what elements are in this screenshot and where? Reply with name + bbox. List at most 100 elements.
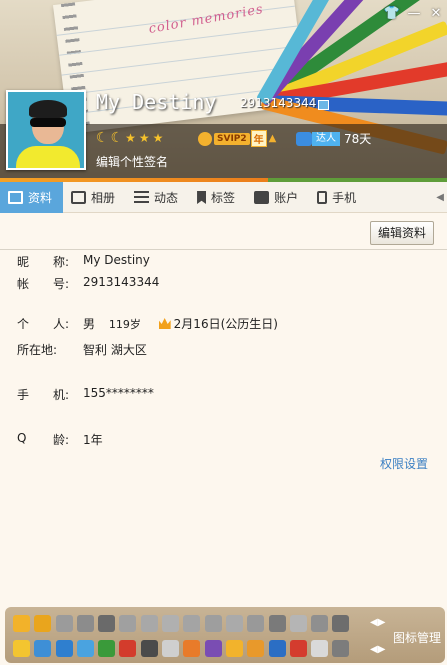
- penguin-icon: [198, 131, 212, 146]
- qq-mailbox-icon[interactable]: [162, 640, 180, 657]
- shield-icon[interactable]: [268, 615, 286, 632]
- phone-value: 155********: [83, 386, 154, 400]
- qq-number-copy-icon[interactable]: [318, 100, 329, 110]
- phone-row: 手机: 155********: [0, 386, 447, 404]
- qage-value: 1年: [83, 433, 103, 447]
- close-icon[interactable]: ✕: [425, 4, 447, 24]
- service-icons-row-2: [13, 640, 354, 657]
- profile-tabs: 资料 相册 动态 标签 账户 手机 ◀: [0, 182, 447, 213]
- qq-number: 2913143344: [240, 96, 317, 110]
- diamond-dim-icon[interactable]: [247, 615, 265, 632]
- qq-member-icon[interactable]: [34, 615, 52, 632]
- personal-row: 个人: 男 119岁 2月16日(公历生日): [0, 315, 447, 333]
- qq-pet-icon[interactable]: [140, 640, 158, 657]
- tab-label: 动态: [154, 191, 179, 205]
- star-icon: ★: [125, 131, 136, 145]
- tab-account[interactable]: 账户: [246, 182, 309, 213]
- daren-days: 78天: [344, 132, 372, 146]
- photo-album-icon: [71, 191, 87, 204]
- diamond-silver-icon[interactable]: [162, 615, 180, 632]
- gender-value: 男: [83, 317, 96, 331]
- tab-label: 手机: [332, 191, 357, 205]
- qq-music-icon[interactable]: [225, 640, 243, 657]
- birthday-value: 2月16日(公历生日): [173, 317, 278, 331]
- qzone-icon[interactable]: [34, 640, 52, 657]
- account-value: 2913143344: [83, 275, 160, 289]
- qq-security-icon[interactable]: [76, 640, 94, 657]
- tab-scroll-arrows[interactable]: ◀: [436, 182, 447, 212]
- moon-icon: ☾: [110, 130, 124, 146]
- service-icon-bar: ◀▶ ◀▶: [5, 607, 445, 663]
- bird-icon[interactable]: [289, 615, 307, 632]
- qq-farm-icon[interactable]: [98, 640, 116, 657]
- qq-app-icon[interactable]: [311, 640, 329, 657]
- qq-video-icon[interactable]: [247, 640, 265, 657]
- diamond-light-icon[interactable]: [183, 615, 201, 632]
- qq-level[interactable]: ☾ ☾ ★ ★ ★: [96, 130, 166, 146]
- diamond-dark-icon[interactable]: [311, 615, 329, 632]
- icon-row-2-arrows[interactable]: ◀▶: [370, 644, 385, 655]
- qq-mail-icon[interactable]: [55, 640, 73, 657]
- qq-penguin-icon[interactable]: [13, 615, 30, 632]
- personal-value: 男 119岁 2月16日(公历生日): [83, 315, 278, 332]
- star-service-icon[interactable]: [13, 640, 30, 657]
- service-icons-row-1: [13, 615, 354, 632]
- tab-label: 账户: [274, 191, 299, 205]
- diamond-faint-icon[interactable]: [225, 615, 243, 632]
- chevron-left-icon[interactable]: ◀: [436, 192, 444, 203]
- tab-mobile[interactable]: 手机: [309, 182, 367, 213]
- moon-icon: ☾: [96, 130, 109, 146]
- qq-pc-manager-icon[interactable]: [268, 640, 286, 657]
- tab-tags[interactable]: 标签: [189, 182, 246, 213]
- account-row: 帐号: 2913143344: [0, 275, 447, 293]
- wallet-icon: [254, 191, 270, 204]
- daren-badge[interactable]: 达人 78天: [296, 130, 371, 147]
- tab-profile[interactable]: 资料: [0, 182, 64, 213]
- icon-row-1-arrows[interactable]: ◀▶: [370, 617, 385, 628]
- star-icon: ★: [152, 131, 164, 145]
- window-controls: 👕 — ✕: [381, 4, 447, 24]
- mobile-phone-icon: [317, 191, 328, 204]
- profile-content: 编辑资料 昵称: My Destiny 帐号: 2913143344 个人: 男…: [0, 213, 447, 605]
- diamond-black-icon[interactable]: [98, 615, 116, 632]
- edit-profile-button[interactable]: 编辑资料: [370, 221, 434, 245]
- nickname-label: 昵称:: [17, 255, 69, 269]
- qage-row: Q 龄: 1年: [0, 431, 447, 449]
- diamond-pale-icon[interactable]: [204, 615, 222, 632]
- bookmark-tag-icon: [197, 191, 207, 204]
- heart-icon[interactable]: [55, 615, 73, 632]
- profile-card-icon: [8, 191, 23, 204]
- avatar[interactable]: [6, 90, 86, 170]
- heart-black-icon[interactable]: [332, 615, 350, 632]
- star-icon: ★: [138, 131, 150, 145]
- location-value: 智利 湖大区: [83, 343, 147, 357]
- crown-icon: [158, 318, 171, 329]
- tab-feed[interactable]: 动态: [126, 182, 189, 213]
- location-label: 所在地:: [17, 343, 58, 357]
- skin-icon[interactable]: 👕: [381, 4, 403, 24]
- permission-settings-link[interactable]: 权限设置: [380, 455, 428, 472]
- feed-list-icon: [134, 191, 150, 204]
- tab-label: 相册: [91, 191, 116, 205]
- arrow-up-icon: ▲: [268, 133, 277, 144]
- diamond-gray-icon[interactable]: [119, 615, 137, 632]
- diamond-outline-icon[interactable]: [140, 615, 158, 632]
- heart-gray-icon[interactable]: [76, 615, 94, 632]
- qq-game-icon[interactable]: [204, 640, 222, 657]
- tab-label: 资料: [28, 191, 53, 205]
- qq-show-icon[interactable]: [183, 640, 201, 657]
- signature-field[interactable]: 编辑个性签名: [96, 153, 168, 170]
- graduation-cap-icon[interactable]: [332, 640, 350, 657]
- qq-browser-icon[interactable]: [289, 640, 307, 657]
- daren-icon: [296, 131, 312, 146]
- minimize-icon[interactable]: —: [403, 4, 425, 24]
- tab-album[interactable]: 相册: [63, 182, 126, 213]
- nickname-row: 昵称: My Destiny: [0, 253, 447, 271]
- svip-label: SVIP2: [214, 132, 250, 145]
- svip-badge[interactable]: SVIP2 年 ▲: [198, 130, 276, 147]
- tab-label: 标签: [211, 191, 236, 205]
- account-label: 帐号:: [17, 277, 69, 291]
- phone-label: 手机:: [17, 388, 69, 402]
- qq-red-diamond-icon[interactable]: [119, 640, 137, 657]
- icon-manage-link[interactable]: 图标管理: [393, 629, 441, 646]
